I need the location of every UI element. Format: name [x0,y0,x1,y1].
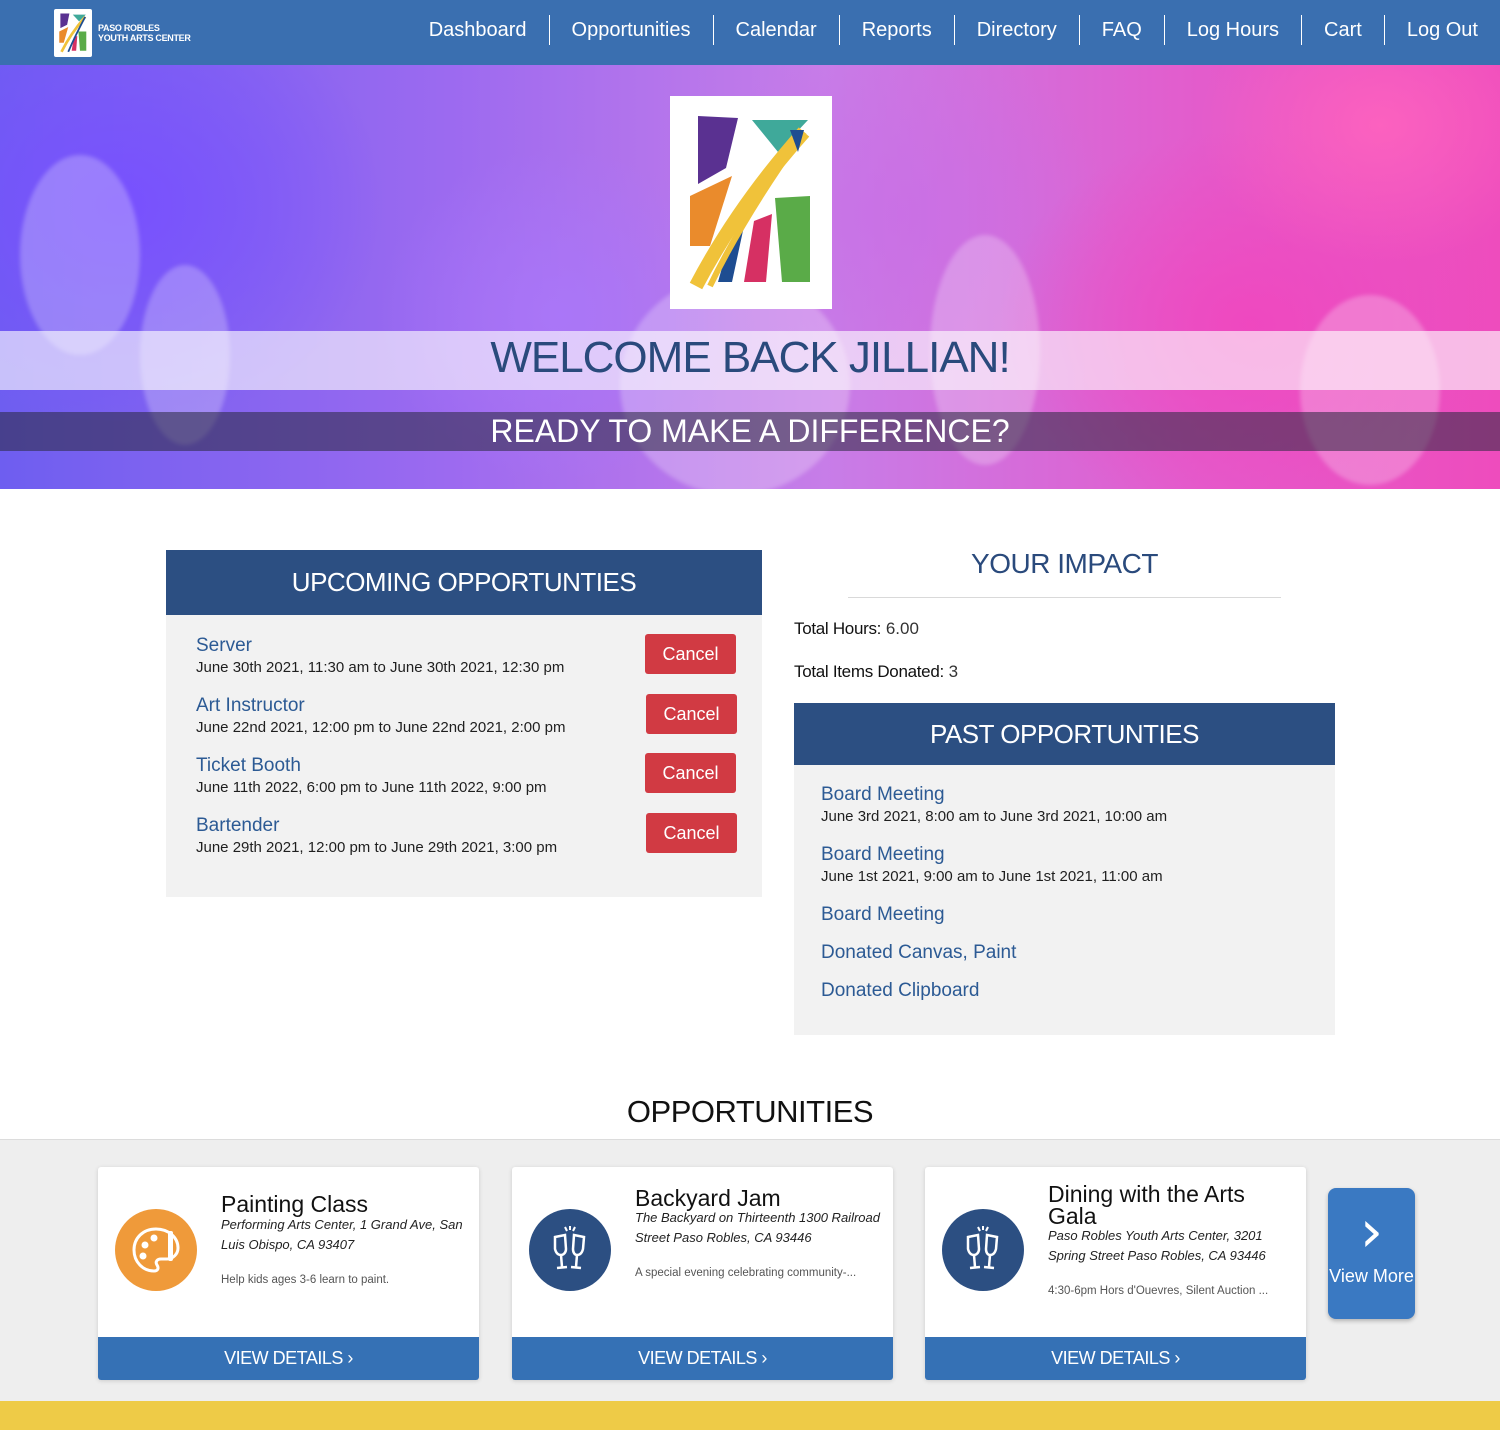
hero-figure [20,155,140,355]
view-details-button[interactable]: VIEW DETAILS › [512,1337,893,1380]
card-description: 4:30-6pm Hors d'Ouevres, Silent Auction … [1048,1285,1269,1297]
card-description: Help kids ages 3-6 learn to paint. [221,1274,390,1286]
top-navbar: PASO ROBLES YOUTH ARTS CENTER Dashboard … [0,0,1500,65]
total-items-label: Total Items Donated: [794,662,944,681]
hero-figure [1300,295,1440,485]
opportunities-heading: OPPORTUNITIES [626,1094,874,1129]
total-hours-label: Total Hours: [794,619,882,638]
opportunity-card: Dining with the Arts Gala Paso Robles Yo… [925,1167,1306,1380]
past-item-title[interactable]: Board Meeting [821,783,1321,807]
opportunity-card: Painting Class Performing Arts Center, 1… [98,1167,479,1380]
brand[interactable]: PASO ROBLES YOUTH ARTS CENTER [54,9,191,57]
palette-icon [115,1209,197,1291]
welcome-heading: WELCOME BACK JILLIAN! [490,333,1010,382]
nav-faq[interactable]: FAQ [1078,15,1164,45]
card-title[interactable]: Backyard Jam [635,1187,880,1210]
brand-name-line1: PASO ROBLES [98,23,160,33]
cancel-button[interactable]: Cancel [646,694,737,734]
impact-title: YOUR IMPACT [971,548,1158,579]
past-item-title[interactable]: Donated Canvas, Paint [821,941,1321,965]
past-item-date: June 1st 2021, 9:00 am to June 1st 2021,… [821,868,1163,885]
champagne-icon [529,1209,611,1291]
upcoming-title: UPCOMING OPPORTUNTIES [166,550,762,615]
view-more-button[interactable]: › View More [1328,1188,1415,1319]
total-hours-value: 6.00 [885,619,919,638]
past-title: PAST OPPORTUNTIES [794,703,1335,765]
past-item: Donated Canvas, Paint [821,941,1321,965]
upcoming-item: Art Instructor June 22nd 2021, 12:00 pm … [196,694,737,744]
card-address: Performing Arts Center, 1 Grand Ave, San… [221,1217,463,1252]
total-hours: Total Hours: 6.00 [794,619,919,639]
card-title[interactable]: Dining with the Arts Gala [1048,1183,1293,1228]
impact-divider [848,597,1281,598]
cancel-button[interactable]: Cancel [646,813,737,853]
past-item: Board Meeting June 3rd 2021, 8:00 am to … [821,783,1321,827]
nav-calendar[interactable]: Calendar [712,15,839,45]
view-details-button[interactable]: VIEW DETAILS › [98,1337,479,1380]
card-description: A special evening celebrating community-… [635,1267,857,1279]
view-details-button[interactable]: VIEW DETAILS › [925,1337,1306,1380]
opportunity-card: Backyard Jam The Backyard on Thirteenth … [512,1167,893,1380]
card-address: Paso Robles Youth Arts Center, 3201 Spri… [1048,1228,1266,1263]
cancel-button[interactable]: Cancel [645,753,736,793]
upcoming-item: Bartender June 29th 2021, 12:00 pm to Ju… [196,813,737,864]
past-item-title[interactable]: Board Meeting [821,843,1321,867]
total-items-value: 3 [948,662,959,681]
view-more-label: View More [1329,1266,1414,1286]
nav-opportunities[interactable]: Opportunities [548,15,713,45]
champagne-icon [942,1209,1024,1291]
past-item-date: June 3rd 2021, 8:00 am to June 3rd 2021,… [821,808,1168,825]
nav-links: Dashboard Opportunities Calendar Reports… [407,14,1500,46]
brand-name-line2: YOUTH ARTS CENTER [98,33,191,43]
cancel-button[interactable]: Cancel [645,634,736,674]
upcoming-opportunities-panel: UPCOMING OPPORTUNTIES Server June 30th 2… [166,550,762,897]
nav-log-hours[interactable]: Log Hours [1163,15,1301,45]
tagline: READY TO MAKE A DIFFERENCE? [490,413,1010,449]
nav-dashboard[interactable]: Dashboard [407,15,549,45]
footer-bar [0,1401,1500,1430]
chevron-right-icon: › [1359,1197,1384,1265]
past-opportunities-panel: PAST OPPORTUNTIES Board Meeting June 3rd… [794,703,1335,1035]
brand-logo [54,9,92,57]
nav-reports[interactable]: Reports [838,15,954,45]
nav-cart[interactable]: Cart [1301,15,1384,45]
past-item-title[interactable]: Donated Clipboard [821,979,1321,1003]
hero-banner: WELCOME BACK JILLIAN! READY TO MAKE A DI… [0,65,1500,489]
card-address: The Backyard on Thirteenth 1300 Railroad… [635,1210,880,1245]
upcoming-item: Ticket Booth June 11th 2022, 6:00 pm to … [196,753,736,804]
nav-log-out[interactable]: Log Out [1383,15,1500,45]
past-item: Donated Clipboard [821,979,1321,1003]
total-items-donated: Total Items Donated: 3 [794,662,958,682]
hero-logo [670,96,832,309]
upcoming-item: Server June 30th 2021, 11:30 am to June … [196,634,736,684]
past-item: Board Meeting June 1st 2021, 9:00 am to … [821,843,1321,887]
past-item: Board Meeting [821,903,1321,927]
past-item-title[interactable]: Board Meeting [821,903,1321,927]
card-title[interactable]: Painting Class [221,1193,466,1216]
nav-directory[interactable]: Directory [953,15,1079,45]
